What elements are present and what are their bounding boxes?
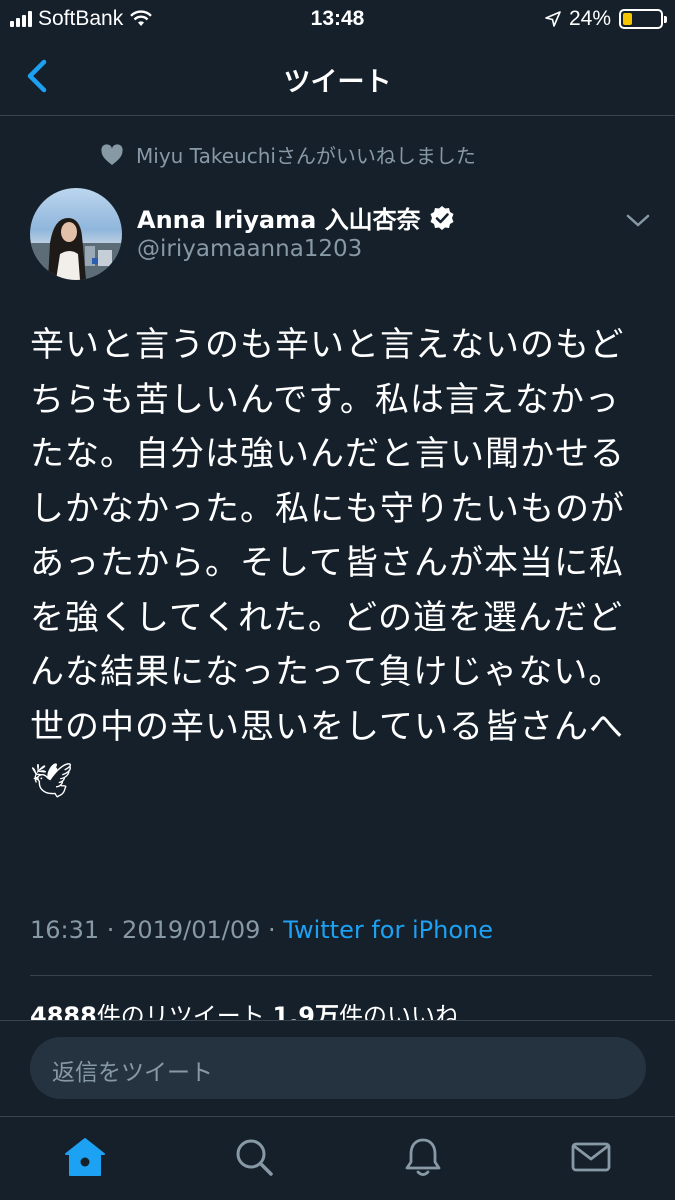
like-label: 件のいいね: [338, 1002, 459, 1020]
page-title: ツイート: [283, 67, 392, 98]
reply-bar: 返信をツイート: [0, 1020, 675, 1116]
retweet-label: 件のリツイート: [96, 1002, 265, 1020]
verified-badge-icon: [430, 205, 454, 230]
location-arrow-icon: [545, 11, 561, 27]
liked-by-text: Miyu Takeuchiさんがいいねしました: [136, 144, 476, 168]
bell-icon: [405, 1138, 441, 1176]
avatar-photo: [30, 218, 122, 280]
chevron-down-icon: [626, 214, 650, 227]
timestamp: 16:31 · 2019/01/09 ·: [30, 916, 284, 944]
home-icon: [65, 1138, 105, 1176]
like-count: 1.9万: [272, 1002, 339, 1020]
battery-fill: [623, 13, 632, 25]
user-handle[interactable]: @iriyamaanna1203: [137, 236, 362, 262]
avatar[interactable]: [30, 188, 122, 280]
tweet-metadata: 16:31 · 2019/01/09 · Twitter for iPhone: [30, 916, 493, 944]
tab-messages[interactable]: [569, 1135, 613, 1179]
tab-home[interactable]: [63, 1135, 107, 1179]
tab-search[interactable]: [232, 1135, 276, 1179]
tab-bar: [0, 1116, 675, 1200]
status-bar: SoftBank 13:48 24%: [0, 0, 675, 38]
battery-percent: 24%: [568, 7, 611, 30]
tweet-text: 辛いと言うのも辛いと言えないのもどちらも苦しいんです。私は言えなかったな。自分は…: [30, 325, 625, 801]
tweet-stats[interactable]: 4888件のリツイート 1.9万件のいいね: [30, 996, 459, 1020]
social-context[interactable]: Miyu Takeuchiさんがいいねしました: [100, 140, 476, 169]
nav-bar: ツイート: [0, 38, 675, 116]
reply-input[interactable]: 返信をツイート: [30, 1037, 646, 1099]
tab-notifications[interactable]: [401, 1135, 445, 1179]
divider: [30, 975, 652, 976]
display-name[interactable]: Anna Iriyama 入山杏奈: [137, 200, 455, 235]
status-right: 24%: [545, 7, 667, 31]
display-name-text: Anna Iriyama 入山杏奈: [137, 206, 421, 234]
envelope-icon: [571, 1142, 611, 1172]
battery-icon: [619, 9, 667, 29]
search-icon: [236, 1139, 273, 1176]
tweet-options-button[interactable]: [624, 210, 652, 230]
client-link[interactable]: Twitter for iPhone: [283, 916, 493, 944]
heart-icon: [101, 143, 123, 165]
retweet-count: 4888: [30, 1002, 97, 1020]
